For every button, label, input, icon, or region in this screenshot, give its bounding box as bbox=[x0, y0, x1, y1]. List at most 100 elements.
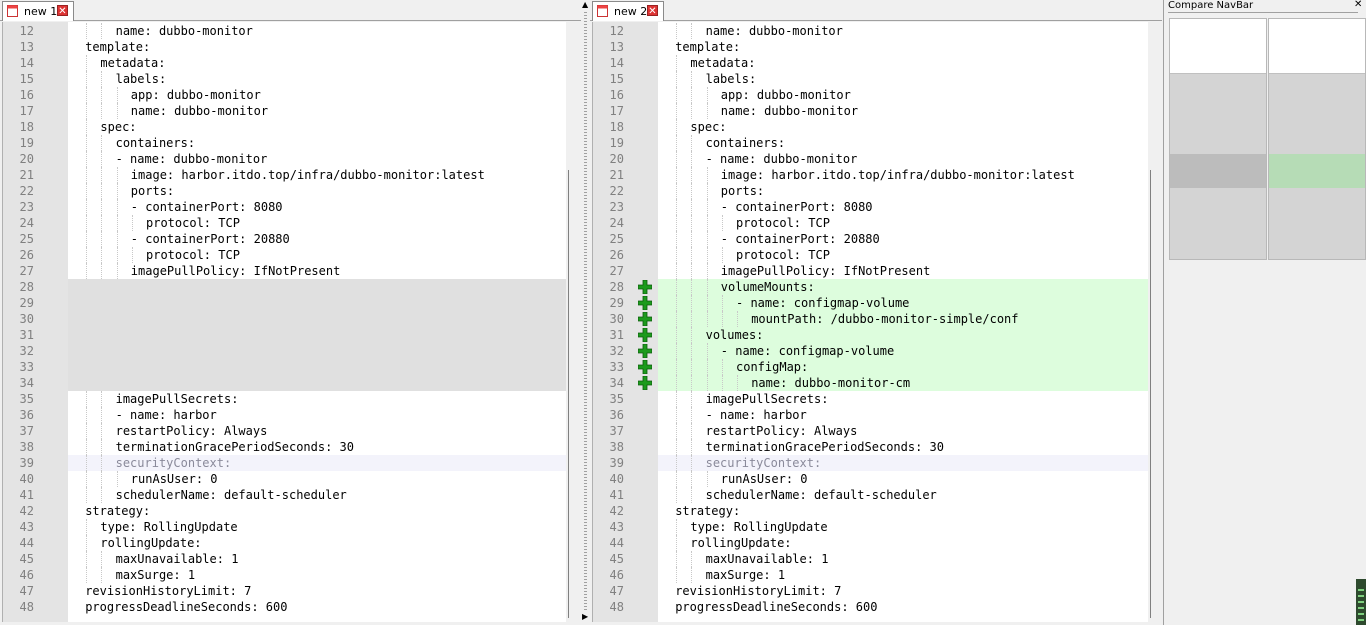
code-line[interactable]: 46 maxSurge: 1 bbox=[593, 567, 1149, 583]
code-line[interactable]: 22 ports: bbox=[593, 183, 1149, 199]
code-line[interactable]: 23 - containerPort: 8080 bbox=[3, 199, 568, 215]
code-line[interactable]: 12 name: dubbo-monitor bbox=[3, 23, 568, 39]
code-line[interactable]: 25 - containerPort: 20880 bbox=[593, 231, 1149, 247]
scrollbar-thumb[interactable] bbox=[568, 170, 569, 618]
code-line[interactable]: 17 name: dubbo-monitor bbox=[3, 103, 568, 119]
code-line[interactable]: 33 bbox=[3, 359, 568, 375]
code-line[interactable]: 21 image: harbor.itdo.top/infra/dubbo-mon… bbox=[593, 167, 1149, 183]
code-line[interactable]: 34 bbox=[3, 375, 568, 391]
scrollbar-thumb[interactable] bbox=[1150, 170, 1151, 618]
code-line[interactable]: 27 imagePullPolicy: IfNotPresent bbox=[593, 263, 1149, 279]
code-line[interactable]: 28 volumeMounts: bbox=[593, 279, 1149, 295]
code-line[interactable]: 20 - name: dubbo-monitor bbox=[593, 151, 1149, 167]
code-line[interactable]: 40 runAsUser: 0 bbox=[3, 471, 568, 487]
code-line[interactable]: 13 template: bbox=[593, 39, 1149, 55]
line-number: 40 bbox=[609, 472, 624, 486]
code-line[interactable]: 30 mountPath: /dubbo-monitor-simple/conf bbox=[593, 311, 1149, 327]
code-line[interactable]: 39 securityContext: bbox=[3, 455, 568, 471]
code-line[interactable]: 37 restartPolicy: Always bbox=[593, 423, 1149, 439]
tab-new-2[interactable]: new 2 ✕ bbox=[592, 1, 664, 21]
navbar-right-overview[interactable] bbox=[1268, 18, 1366, 260]
close-icon[interactable]: ✕ bbox=[57, 5, 68, 17]
code-line[interactable]: 40 runAsUser: 0 bbox=[593, 471, 1149, 487]
code-line[interactable]: 23 - containerPort: 8080 bbox=[593, 199, 1149, 215]
code-line[interactable]: 30 bbox=[3, 311, 568, 327]
code-line[interactable]: 42 strategy: bbox=[593, 503, 1149, 519]
code-line[interactable]: 36 - name: harbor bbox=[3, 407, 568, 423]
code-line[interactable]: 27 imagePullPolicy: IfNotPresent bbox=[3, 263, 568, 279]
left-editor[interactable]: 12 name: dubbo-monitor 13 template: 14 metada… bbox=[2, 22, 568, 622]
indent-guide bbox=[86, 135, 88, 151]
code-line[interactable]: 47 revisionHistoryLimit: 7 bbox=[3, 583, 568, 599]
code-line[interactable]: 31 bbox=[3, 327, 568, 343]
code-line[interactable]: 26 protocol: TCP bbox=[3, 247, 568, 263]
tab-new-1[interactable]: new 1 ✕ bbox=[2, 1, 74, 21]
code-line[interactable]: 16 app: dubbo-monitor bbox=[3, 87, 568, 103]
close-icon[interactable]: ✕ bbox=[647, 5, 658, 17]
code-line[interactable]: 46 maxSurge: 1 bbox=[3, 567, 568, 583]
code-line[interactable]: 15 labels: bbox=[3, 71, 568, 87]
code-line[interactable]: 15 labels: bbox=[593, 71, 1149, 87]
code-line[interactable]: 19 containers: bbox=[3, 135, 568, 151]
code-line[interactable]: 43 type: RollingUpdate bbox=[3, 519, 568, 535]
code-line[interactable]: 47 revisionHistoryLimit: 7 bbox=[593, 583, 1149, 599]
code-line[interactable]: 14 metadata: bbox=[3, 55, 568, 71]
code-line[interactable]: 18 spec: bbox=[3, 119, 568, 135]
right-editor[interactable]: 12 name: dubbo-monitor 13 template: 14 metada… bbox=[592, 22, 1149, 622]
code-line[interactable]: 25 - containerPort: 20880 bbox=[3, 231, 568, 247]
code-line[interactable]: 37 restartPolicy: Always bbox=[3, 423, 568, 439]
code-line[interactable]: 21 image: harbor.itdo.top/infra/dubbo-mon… bbox=[3, 167, 568, 183]
code-line[interactable]: 39 securityContext: bbox=[593, 455, 1149, 471]
code-line[interactable]: 17 name: dubbo-monitor bbox=[593, 103, 1149, 119]
code-line[interactable]: 44 rollingUpdate: bbox=[593, 535, 1149, 551]
arrow-right-icon[interactable]: ▶ bbox=[582, 612, 588, 621]
code-text-area: containers: bbox=[68, 135, 568, 151]
code-line[interactable]: 13 template: bbox=[3, 39, 568, 55]
code-line[interactable]: 45 maxUnavailable: 1 bbox=[3, 551, 568, 567]
line-number: 15 bbox=[19, 72, 34, 86]
code-line[interactable]: 28 bbox=[3, 279, 568, 295]
code-line[interactable]: 26 protocol: TCP bbox=[593, 247, 1149, 263]
code-line[interactable]: 34 name: dubbo-monitor-cm bbox=[593, 375, 1149, 391]
close-icon[interactable]: ✕ bbox=[1354, 0, 1362, 10]
pane-splitter[interactable]: ▲ ▶ bbox=[581, 0, 590, 625]
code-line[interactable]: 32 bbox=[3, 343, 568, 359]
line-number: 28 bbox=[19, 280, 34, 294]
code-line[interactable]: 24 protocol: TCP bbox=[593, 215, 1149, 231]
code-text: - name: configmap-volume bbox=[736, 296, 910, 310]
code-line[interactable]: 29 bbox=[3, 295, 568, 311]
indent-guide bbox=[676, 535, 678, 551]
code-line[interactable]: 29 - name: configmap-volume bbox=[593, 295, 1149, 311]
indent-guide bbox=[691, 71, 693, 87]
code-line[interactable]: 24 protocol: TCP bbox=[3, 215, 568, 231]
code-line[interactable]: 45 maxUnavailable: 1 bbox=[593, 551, 1149, 567]
added-block-marker[interactable] bbox=[1269, 154, 1365, 188]
code-line[interactable]: 14 metadata: bbox=[593, 55, 1149, 71]
code-line[interactable]: 43 type: RollingUpdate bbox=[593, 519, 1149, 535]
blank-block-marker[interactable] bbox=[1170, 154, 1266, 188]
right-vertical-scrollbar[interactable] bbox=[1148, 22, 1157, 622]
code-line[interactable]: 12 name: dubbo-monitor bbox=[593, 23, 1149, 39]
code-line[interactable]: 41 schedulerName: default-scheduler bbox=[3, 487, 568, 503]
code-line[interactable]: 36 - name: harbor bbox=[593, 407, 1149, 423]
code-line[interactable]: 42 strategy: bbox=[3, 503, 568, 519]
code-line[interactable]: 19 containers: bbox=[593, 135, 1149, 151]
code-line[interactable]: 20 - name: dubbo-monitor bbox=[3, 151, 568, 167]
code-line[interactable]: 48 progressDeadlineSeconds: 600 bbox=[3, 599, 568, 615]
code-line[interactable]: 33 configMap: bbox=[593, 359, 1149, 375]
code-line[interactable]: 35 imagePullSecrets: bbox=[593, 391, 1149, 407]
code-line[interactable]: 44 rollingUpdate: bbox=[3, 535, 568, 551]
code-line[interactable]: 18 spec: bbox=[593, 119, 1149, 135]
navbar-left-overview[interactable] bbox=[1169, 18, 1267, 260]
code-line[interactable]: 22 ports: bbox=[3, 183, 568, 199]
arrow-up-icon[interactable]: ▲ bbox=[582, 0, 588, 9]
code-line[interactable]: 38 terminationGracePeriodSeconds: 30 bbox=[3, 439, 568, 455]
code-line[interactable]: 48 progressDeadlineSeconds: 600 bbox=[593, 599, 1149, 615]
code-line[interactable]: 32 - name: configmap-volume bbox=[593, 343, 1149, 359]
code-line[interactable]: 35 imagePullSecrets: bbox=[3, 391, 568, 407]
left-vertical-scrollbar[interactable] bbox=[566, 22, 575, 622]
code-line[interactable]: 16 app: dubbo-monitor bbox=[593, 87, 1149, 103]
code-line[interactable]: 41 schedulerName: default-scheduler bbox=[593, 487, 1149, 503]
code-line[interactable]: 31 volumes: bbox=[593, 327, 1149, 343]
code-line[interactable]: 38 terminationGracePeriodSeconds: 30 bbox=[593, 439, 1149, 455]
